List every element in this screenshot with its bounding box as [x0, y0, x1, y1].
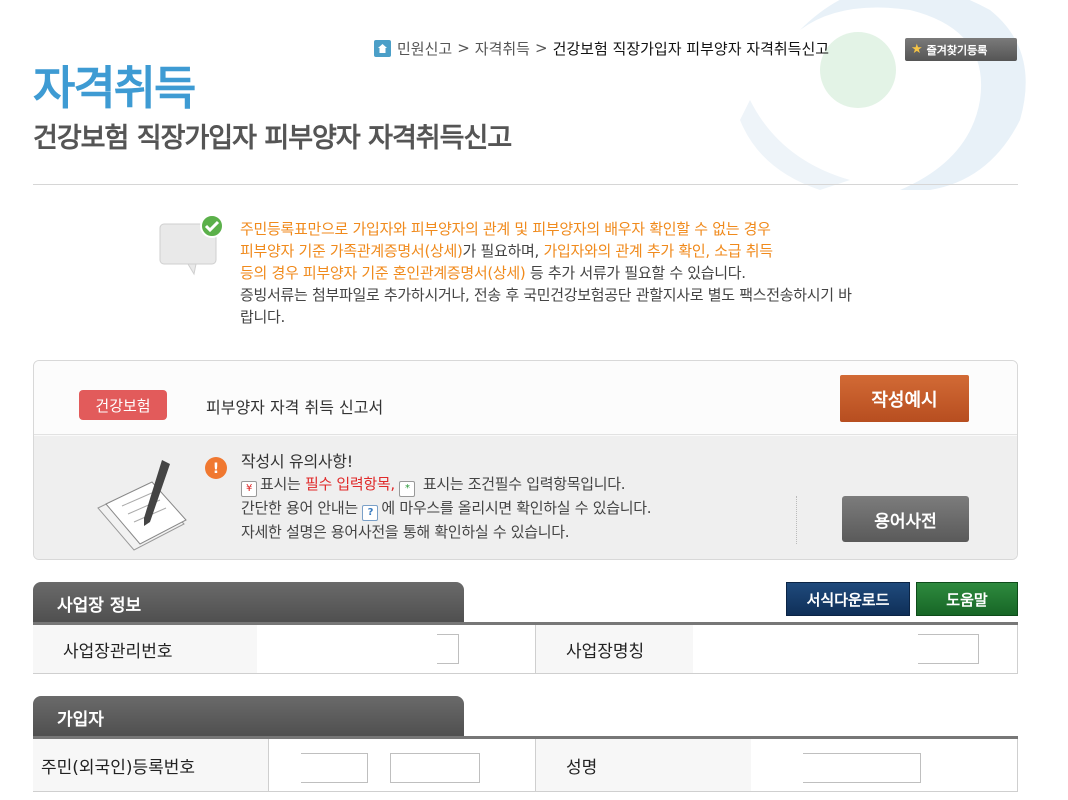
- title-divider: [33, 184, 1018, 185]
- form-download-button[interactable]: 서식다운로드: [786, 582, 910, 616]
- row-edge-right: [1017, 739, 1018, 792]
- form-info-panel: 건강보험 피부양자 자격 취득 신고서 작성예시 ! 작성시 유의사항! ¥ 표시…: [33, 360, 1018, 560]
- caution-line3: 자세한 설명은 용어사전을 통해 확인하실 수 있습니다.: [241, 523, 570, 541]
- vertical-divider: [796, 496, 797, 544]
- svg-text:!: !: [213, 461, 219, 477]
- breadcrumb-separator: >: [457, 39, 470, 57]
- conditional-mark-icon: *: [399, 481, 416, 497]
- example-button[interactable]: 작성예시: [840, 375, 969, 422]
- caution-line2-a: 간단한 용어 안내는: [241, 499, 363, 517]
- caution-line1-required: 필수 입력항목,: [304, 475, 395, 493]
- star-icon: ★: [911, 42, 923, 57]
- health-insurance-tag: 건강보험: [79, 390, 167, 420]
- required-mark-icon: ¥: [241, 481, 257, 497]
- member-name-label: 성명: [535, 739, 753, 791]
- redacted-area: [693, 625, 918, 673]
- notice-line4: 증빙서류는 첨부파일로 추가하시거나, 전송 후 국민건강보험공단 관할지사로 …: [240, 286, 852, 304]
- member-section-header: 가입자: [33, 696, 464, 738]
- caution-line1-b: 표시는 조건필수 입력항목입니다.: [418, 475, 626, 493]
- notice-text: 주민등록표만으로 가입자와 피부양자의 관계 및 피부양자의 배우자 확인할 수…: [240, 218, 1020, 328]
- page-subtitle: 건강보험 직장가입자 피부양자 자격취득신고: [33, 123, 512, 154]
- add-favorite-label: 즐겨찾기등록: [926, 43, 988, 57]
- caution-title: 작성시 유의사항!: [241, 452, 353, 471]
- notice-line2-a: 피부양자 기준 가족관계증명서(상세): [240, 242, 463, 260]
- breadcrumb-separator: >: [534, 39, 548, 57]
- notice-line1: 주민등록표만으로 가입자와 피부양자의 관계 및 피부양자의 배우자 확인할 수…: [240, 220, 771, 238]
- workplace-name-label: 사업장명칭: [535, 625, 695, 673]
- workplace-row: 사업장관리번호 사업장명칭: [33, 625, 1018, 674]
- add-favorite-button[interactable]: ★ 즐겨찾기등록: [905, 38, 1017, 61]
- caution-line1-a: 표시는: [260, 475, 305, 493]
- redacted-area: [257, 625, 437, 673]
- dictionary-button[interactable]: 용어사전: [842, 496, 969, 542]
- resident-number-label: 주민(외국인)등록번호: [33, 739, 269, 791]
- workplace-number-label: 사업장관리번호: [33, 625, 269, 673]
- help-question-icon[interactable]: ?: [362, 505, 379, 521]
- form-name: 피부양자 자격 취득 신고서: [206, 398, 384, 417]
- breadcrumb-item-civil[interactable]: 민원신고: [397, 38, 452, 59]
- row-edge-right: [1017, 625, 1018, 674]
- caution-line2-b: 에 마우스를 올리시면 확인하실 수 있습니다.: [381, 499, 652, 517]
- notice-line2-b: 가 필요하며,: [462, 242, 544, 260]
- redacted-area: [277, 739, 301, 791]
- notice-line3-b: 등 추가 서류가 필요할 수 있습니다.: [525, 264, 746, 282]
- redacted-area: [751, 739, 803, 791]
- breadcrumb: 민원신고 > 자격취득 > 건강보험 직장가입자 피부양자 자격취득신고: [374, 36, 829, 60]
- workplace-section-header: 사업장 정보: [33, 582, 464, 624]
- home-icon[interactable]: [374, 39, 391, 57]
- notice-line2-c: 가입자와의 관계 추가 확인, 소급 취득: [543, 242, 773, 260]
- page-title: 자격취득: [33, 61, 196, 115]
- notice-line5: 랍니다.: [240, 308, 285, 326]
- resident-number-back-input[interactable]: [390, 753, 480, 783]
- breadcrumb-current: 건강보험 직장가입자 피부양자 자격취득신고: [552, 39, 830, 58]
- member-row: 주민(외국인)등록번호 성명: [33, 739, 1018, 792]
- document-pen-icon: !: [97, 457, 227, 551]
- notice-line3-a: 등의 경우 피부양자 기준 혼인관계증명서(상세): [240, 264, 526, 282]
- help-button[interactable]: 도움말: [916, 582, 1018, 616]
- breadcrumb-item-acquire[interactable]: 자격취득: [475, 38, 530, 59]
- background-emblem: [740, 0, 1026, 190]
- speech-bubble-check-icon: [159, 214, 224, 276]
- caution-area: ! 작성시 유의사항! ¥ 표시는 필수 입력항목, * 표시는 조건필수 입력항…: [34, 436, 1017, 559]
- caution-text: 작성시 유의사항! ¥ 표시는 필수 입력항목, * 표시는 조건필수 입력항목입…: [241, 450, 652, 544]
- form-header: 건강보험 피부양자 자격 취득 신고서 작성예시: [34, 361, 1017, 435]
